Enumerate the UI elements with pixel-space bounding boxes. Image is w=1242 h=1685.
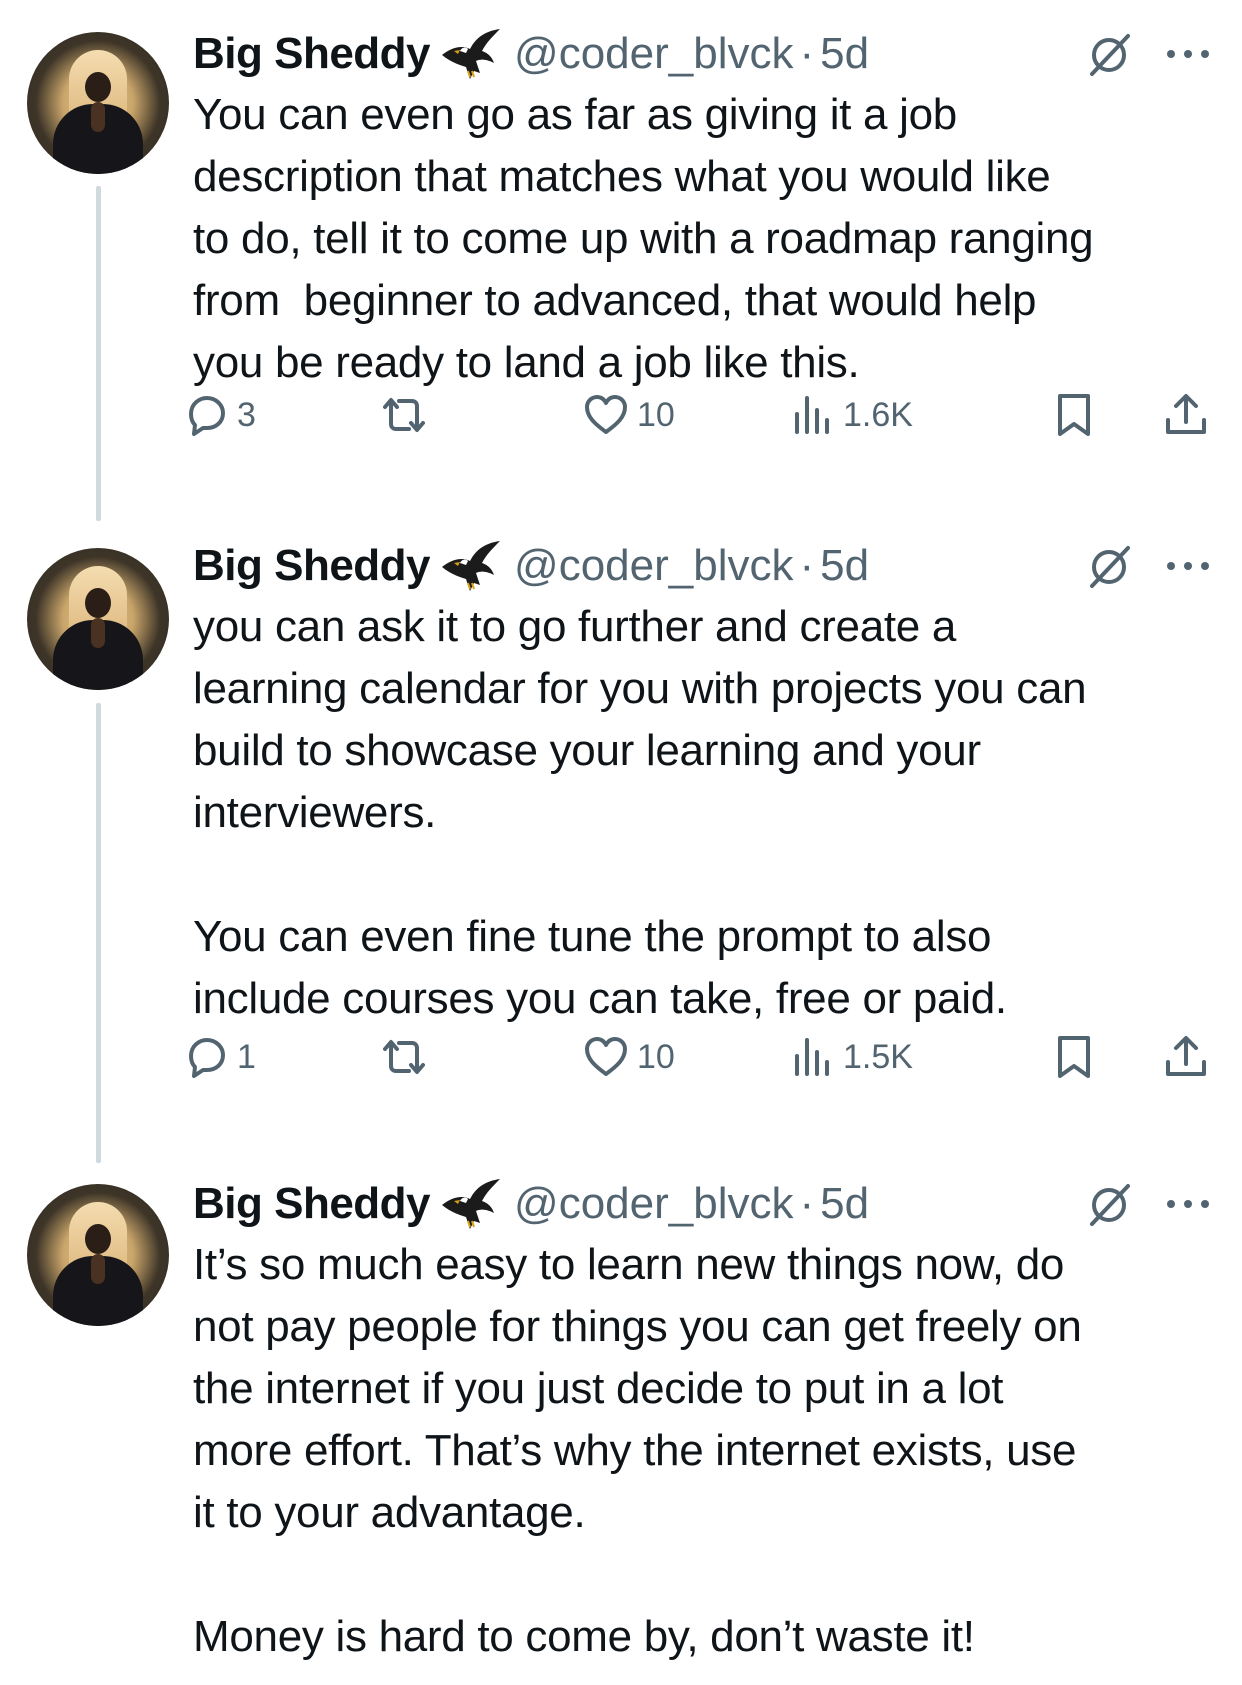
retweet-button[interactable] xyxy=(381,388,427,442)
eagle-icon xyxy=(440,27,502,81)
author-handle[interactable]: @coder_blvck xyxy=(514,536,793,596)
tweet-text: You can even go as far as giving it a jo… xyxy=(193,90,1094,387)
eagle-icon xyxy=(440,539,502,593)
tweet-thread: Big Sheddy @coder_blvck · 5d You can eve… xyxy=(0,0,1242,1685)
share-button[interactable] xyxy=(1163,388,1209,442)
action-bar: 1 10 1.5K xyxy=(193,1030,1213,1084)
reply-count: 1 xyxy=(237,1037,256,1076)
timestamp[interactable]: 5d xyxy=(820,24,869,84)
reply-icon xyxy=(183,392,229,438)
author-handle[interactable]: @coder_blvck xyxy=(514,1174,793,1234)
separator: · xyxy=(799,1179,815,1228)
tweet-text: you can ask it to go further and create … xyxy=(193,602,1087,1023)
share-icon xyxy=(1163,1034,1209,1080)
timestamp[interactable]: 5d xyxy=(820,1174,869,1234)
author-name[interactable]: Big Sheddy xyxy=(193,24,431,84)
separator: · xyxy=(799,29,815,78)
like-icon xyxy=(583,1034,629,1080)
retweet-icon xyxy=(381,392,427,438)
views-button[interactable]: 1.5K xyxy=(789,1030,913,1084)
reply-icon xyxy=(183,1034,229,1080)
bookmark-button[interactable] xyxy=(1051,1030,1097,1084)
grok-icon[interactable] xyxy=(1086,32,1132,78)
eagle-icon xyxy=(440,1177,502,1231)
action-bar: 3 10 1.6K xyxy=(193,388,1213,442)
tweet[interactable]: Big Sheddy @coder_blvck · 5d You can eve… xyxy=(0,24,1242,524)
views-button[interactable]: 1.6K xyxy=(789,388,913,442)
tweet-header: Big Sheddy @coder_blvck · 5d xyxy=(193,536,1213,596)
more-icon[interactable] xyxy=(1163,44,1213,64)
like-icon xyxy=(583,392,629,438)
like-button[interactable]: 10 xyxy=(583,1030,675,1084)
bookmark-icon xyxy=(1051,1034,1097,1080)
grok-icon[interactable] xyxy=(1086,1182,1132,1228)
avatar[interactable] xyxy=(27,548,169,690)
views-count: 1.5K xyxy=(843,1037,913,1076)
reply-button[interactable]: 1 xyxy=(183,1030,256,1084)
grok-icon[interactable] xyxy=(1086,544,1132,590)
retweet-button[interactable] xyxy=(381,1030,427,1084)
like-count: 10 xyxy=(637,395,675,434)
like-button[interactable]: 10 xyxy=(583,388,675,442)
like-count: 10 xyxy=(637,1037,675,1076)
views-icon xyxy=(789,1034,835,1080)
bookmark-icon xyxy=(1051,392,1097,438)
timestamp[interactable]: 5d xyxy=(820,536,869,596)
views-icon xyxy=(789,392,835,438)
thread-line xyxy=(96,703,101,1163)
author-name[interactable]: Big Sheddy xyxy=(193,1174,431,1234)
more-icon[interactable] xyxy=(1163,1194,1213,1214)
separator: · xyxy=(799,541,815,590)
thread-line xyxy=(96,186,101,521)
avatar[interactable] xyxy=(27,1184,169,1326)
tweet-header: Big Sheddy @coder_blvck · 5d xyxy=(193,24,1213,84)
tweet[interactable]: Big Sheddy @coder_blvck · 5d you can ask… xyxy=(0,536,1242,1166)
author-name[interactable]: Big Sheddy xyxy=(193,536,431,596)
share-icon xyxy=(1163,392,1209,438)
tweet-header: Big Sheddy @coder_blvck · 5d xyxy=(193,1174,1213,1234)
avatar[interactable] xyxy=(27,32,169,174)
views-count: 1.6K xyxy=(843,395,913,434)
retweet-icon xyxy=(381,1034,427,1080)
share-button[interactable] xyxy=(1163,1030,1209,1084)
author-handle[interactable]: @coder_blvck xyxy=(514,24,793,84)
more-icon[interactable] xyxy=(1163,556,1213,576)
bookmark-button[interactable] xyxy=(1051,388,1097,442)
reply-button[interactable]: 3 xyxy=(183,388,256,442)
tweet-text: It’s so much easy to learn new things no… xyxy=(193,1240,1082,1661)
reply-count: 3 xyxy=(237,395,256,434)
tweet[interactable]: Big Sheddy @coder_blvck · 5d It’s so muc… xyxy=(0,1174,1242,1685)
